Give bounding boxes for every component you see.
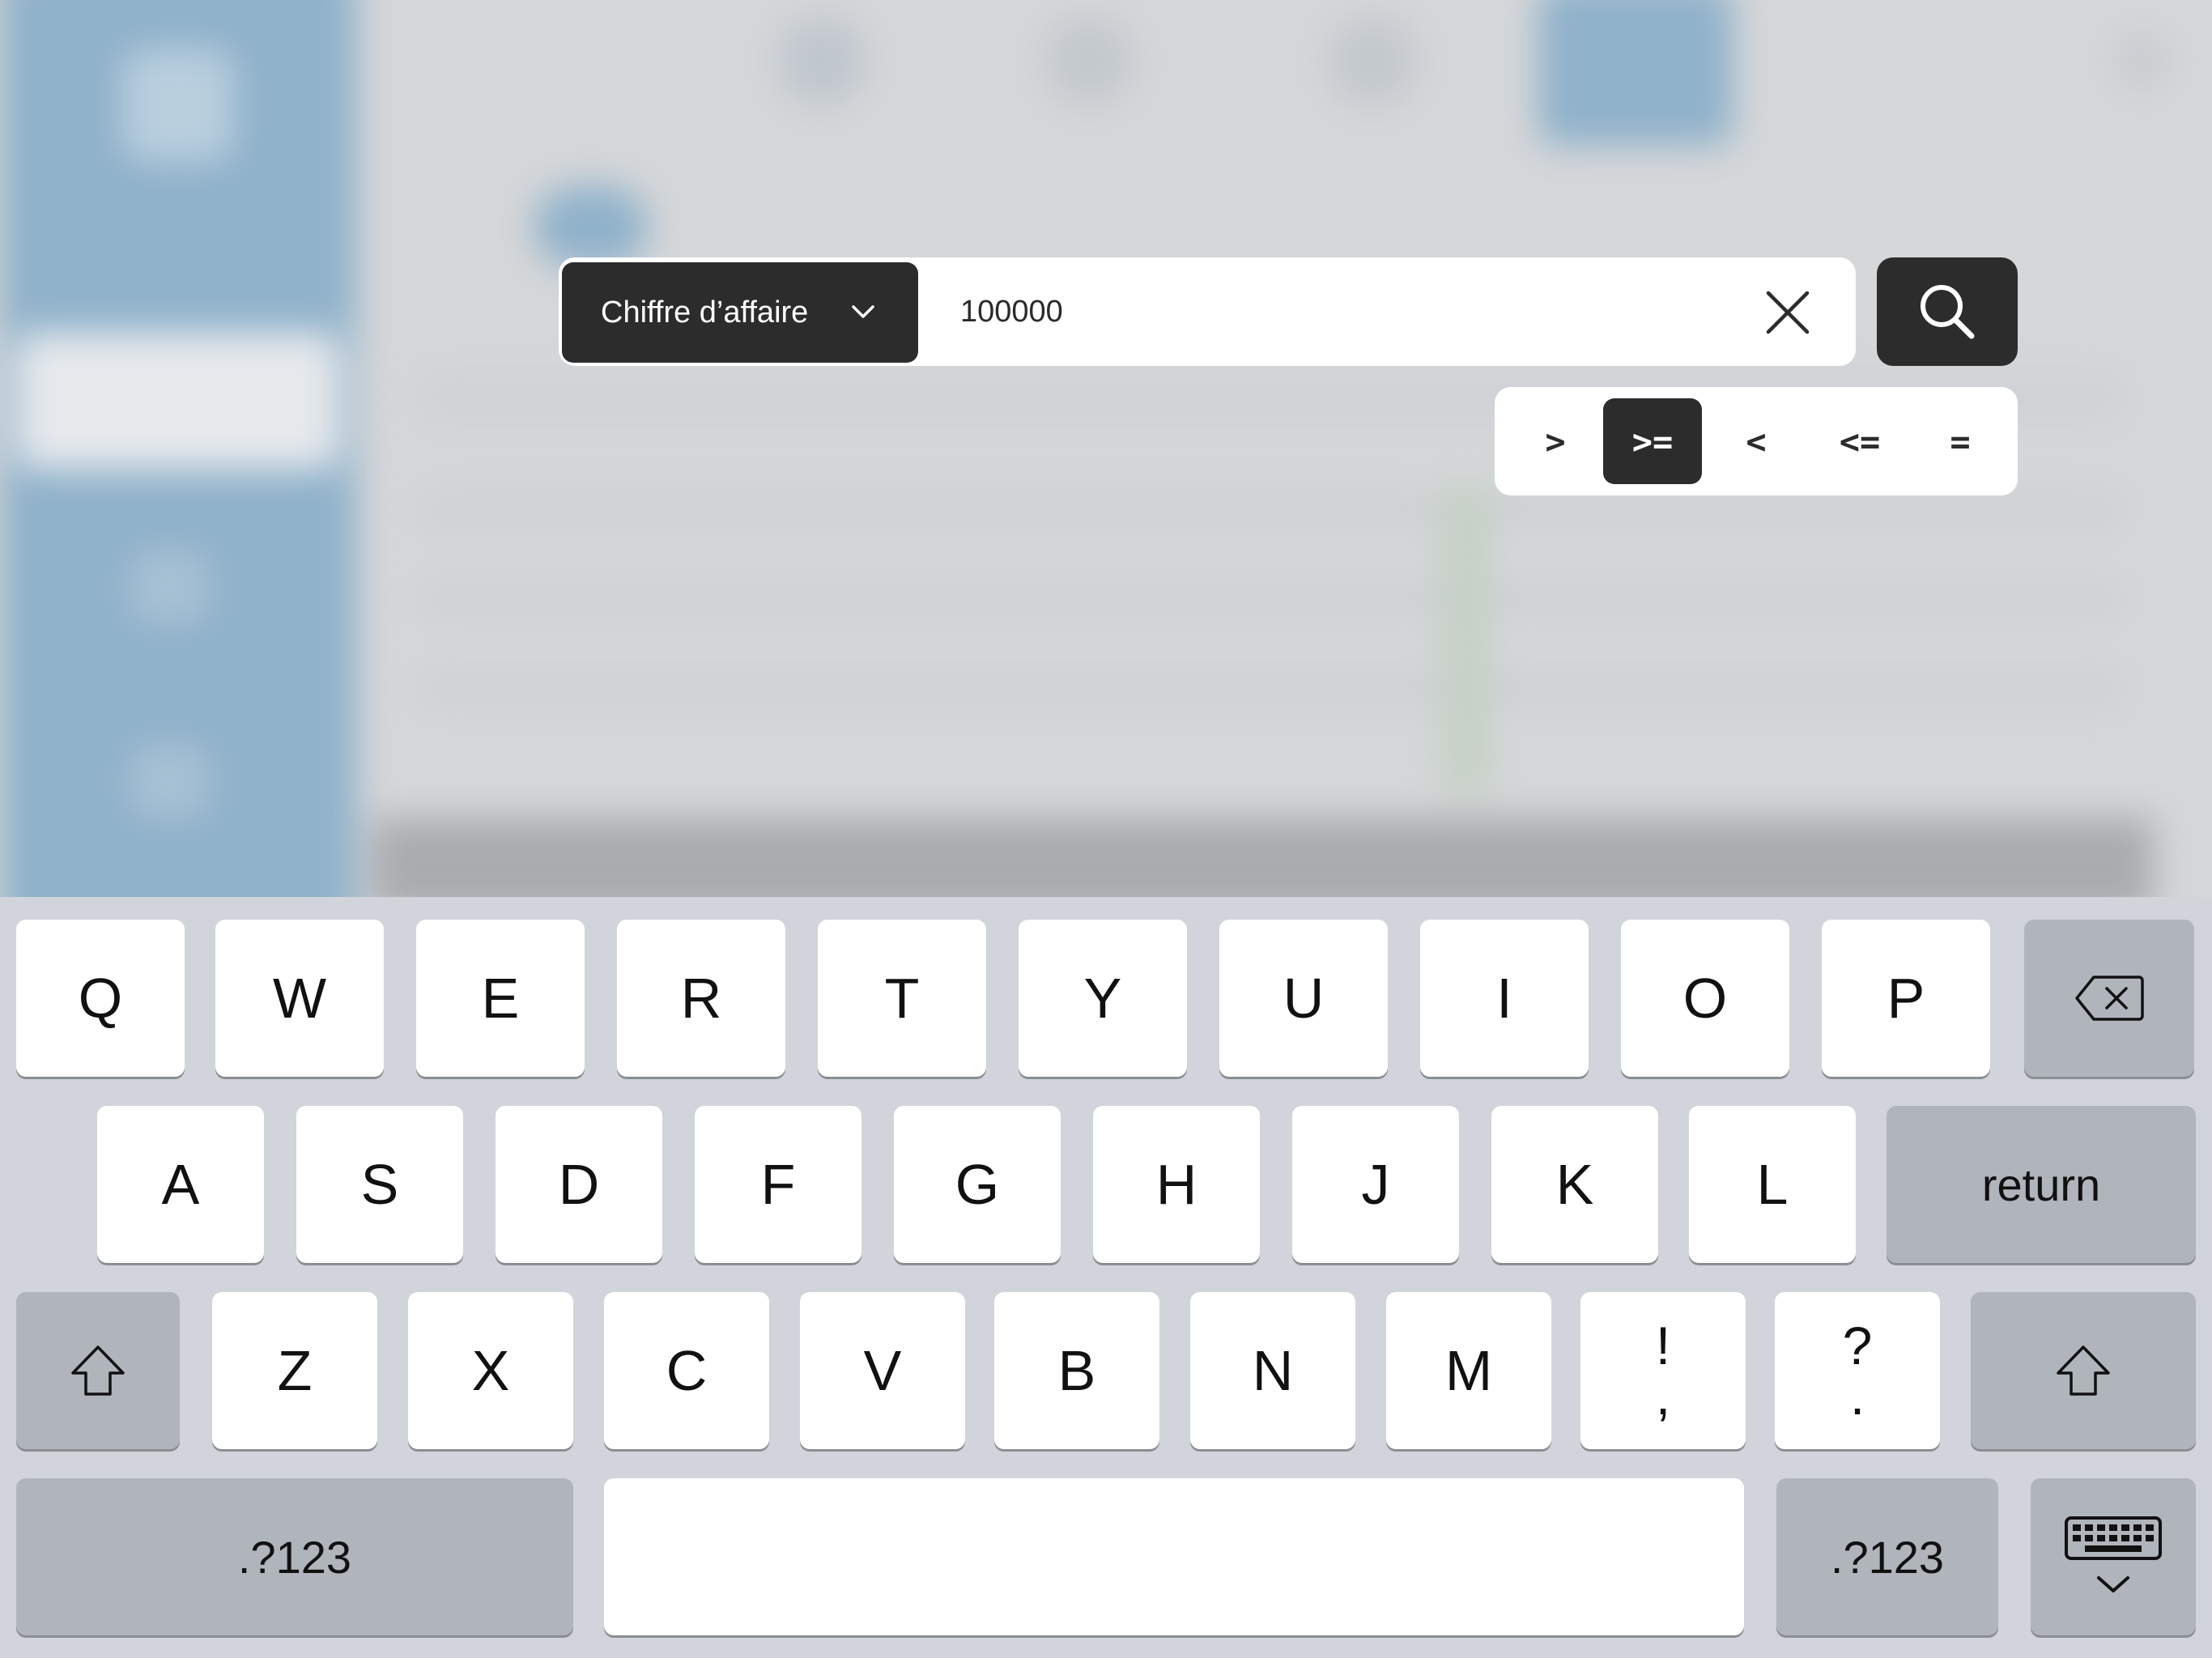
table-row <box>421 494 2121 526</box>
numbers-key-right[interactable]: .?123 <box>1776 1478 1998 1635</box>
key-q[interactable]: Q <box>16 920 185 1077</box>
operator-gte[interactable]: >= <box>1603 398 1702 484</box>
return-key[interactable]: return <box>1887 1106 2196 1263</box>
keyboard-dismiss-key[interactable] <box>2031 1478 2196 1635</box>
shift-icon <box>71 1346 125 1396</box>
top-tab-active <box>1538 0 1733 146</box>
operator-lte[interactable]: <= <box>1810 398 1909 484</box>
key-y[interactable]: Y <box>1019 920 1187 1077</box>
chevron-down-icon <box>850 298 876 333</box>
filter-chip <box>534 186 648 267</box>
operator-lt[interactable]: < <box>1707 398 1806 484</box>
space-key[interactable] <box>604 1478 1744 1635</box>
key-k[interactable]: K <box>1491 1106 1658 1263</box>
key-d[interactable]: D <box>496 1106 662 1263</box>
key-s[interactable]: S <box>296 1106 463 1263</box>
operator-selector: > >= < <= = <box>1495 387 2018 495</box>
key-bottom-char: , <box>1655 1366 1671 1426</box>
key-j[interactable]: J <box>1292 1106 1459 1263</box>
search-input[interactable] <box>960 285 1721 338</box>
table-row <box>421 583 2121 615</box>
top-tab <box>1328 16 1417 105</box>
header-avatar <box>2113 32 2170 89</box>
key-f[interactable]: F <box>695 1106 861 1263</box>
clear-icon <box>1766 291 1810 334</box>
numbers-key-left[interactable]: .?123 <box>16 1478 573 1635</box>
status-column <box>1441 486 1490 793</box>
search-button[interactable] <box>1877 257 2018 366</box>
operator-gt[interactable]: > <box>1506 398 1605 484</box>
key-c[interactable]: C <box>604 1292 769 1449</box>
search-icon <box>1921 285 1975 339</box>
sidebar-item <box>130 745 211 818</box>
key-m[interactable]: M <box>1386 1292 1551 1449</box>
key-h[interactable]: H <box>1093 1106 1260 1263</box>
key-a[interactable]: A <box>97 1106 264 1263</box>
key-exclaim-comma[interactable]: ! , <box>1580 1292 1746 1449</box>
key-g[interactable]: G <box>894 1106 1061 1263</box>
field-dropdown-label: Chiffre d’affaire <box>601 295 809 329</box>
key-t[interactable]: T <box>818 920 986 1077</box>
shift-key-right[interactable] <box>1971 1292 2196 1449</box>
key-o[interactable]: O <box>1621 920 1789 1077</box>
clear-button[interactable] <box>1762 287 1814 338</box>
key-top-char: ! <box>1655 1316 1671 1375</box>
sidebar-logo <box>121 49 235 162</box>
key-question-period[interactable]: ? . <box>1775 1292 1940 1449</box>
top-tab <box>1044 16 1134 105</box>
shift-key-left[interactable] <box>16 1292 180 1449</box>
key-top-char: ? <box>1842 1316 1873 1375</box>
top-tab <box>777 16 866 105</box>
key-bottom-char: . <box>1849 1366 1865 1426</box>
onscreen-keyboard: Q W E R T Y U I O P A S D F G H J K L re… <box>0 897 2212 1658</box>
key-l[interactable]: L <box>1689 1106 1856 1263</box>
key-n[interactable]: N <box>1190 1292 1355 1449</box>
key-x[interactable]: X <box>408 1292 573 1449</box>
key-i[interactable]: I <box>1420 920 1589 1077</box>
sidebar-item <box>130 551 211 623</box>
key-v[interactable]: V <box>800 1292 965 1449</box>
field-dropdown[interactable]: Chiffre d’affaire <box>562 262 918 363</box>
sidebar-active-item <box>16 332 340 470</box>
key-z[interactable]: Z <box>212 1292 377 1449</box>
shift-icon <box>2057 1346 2110 1396</box>
key-p[interactable]: P <box>1822 920 1990 1077</box>
table-row <box>421 672 2121 704</box>
key-r[interactable]: R <box>617 920 785 1077</box>
operator-eq[interactable]: = <box>1911 398 2010 484</box>
backspace-icon <box>2075 976 2144 1021</box>
keyboard-dismiss-icon <box>2065 1516 2162 1592</box>
key-u[interactable]: U <box>1219 920 1388 1077</box>
bottom-bar <box>372 818 2154 897</box>
backspace-key[interactable] <box>2024 920 2194 1077</box>
key-w[interactable]: W <box>215 920 384 1077</box>
key-e[interactable]: E <box>416 920 585 1077</box>
key-b[interactable]: B <box>994 1292 1159 1449</box>
